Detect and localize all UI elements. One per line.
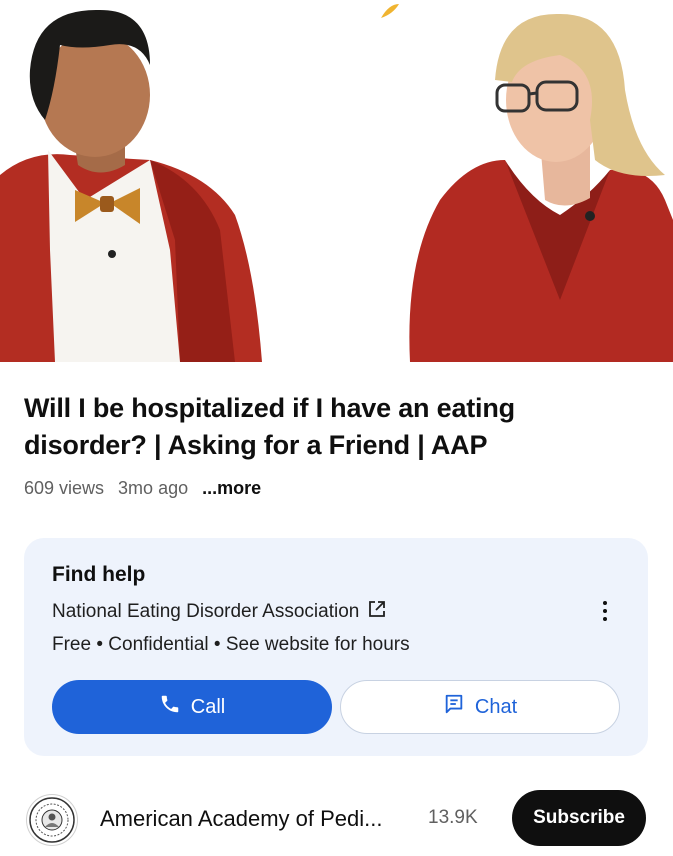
channel-name[interactable]: American Academy of Pedi... <box>100 806 382 832</box>
view-count: 609 views <box>24 478 105 498</box>
channel-avatar[interactable] <box>26 794 78 846</box>
more-vert-icon[interactable] <box>592 596 618 626</box>
channel-row: American Academy of Pedi... 13.9K Subscr… <box>0 786 673 852</box>
video-meta: 609 views 3mo ago ...more <box>24 478 261 499</box>
call-button[interactable]: Call <box>52 680 332 734</box>
subscriber-count: 13.9K <box>428 807 478 828</box>
aap-seal-logo <box>29 797 75 843</box>
find-help-title: Find help <box>52 563 146 586</box>
chat-bubble-icon <box>443 693 465 721</box>
more-description-link[interactable]: ...more <box>202 478 261 499</box>
subscribe-button[interactable]: Subscribe <box>512 790 646 846</box>
video-frame <box>0 0 673 362</box>
help-details: Free • Confidential • See website for ho… <box>52 634 410 655</box>
upload-age: 3mo ago <box>118 478 189 498</box>
call-label: Call <box>190 695 226 718</box>
organization-name: National Eating Disorder Association <box>52 601 360 622</box>
find-help-card: Find help National Eating Disorder Assoc… <box>24 538 648 756</box>
video-title: Will I be hospitalized if I have an eati… <box>24 393 515 460</box>
phone-icon <box>159 693 181 721</box>
chat-label: Chat <box>474 695 518 718</box>
chat-button[interactable]: Chat <box>340 680 620 734</box>
organization-link[interactable]: National Eating Disorder Association <box>52 599 387 625</box>
video-player[interactable] <box>0 0 673 362</box>
external-link-icon <box>367 599 387 625</box>
